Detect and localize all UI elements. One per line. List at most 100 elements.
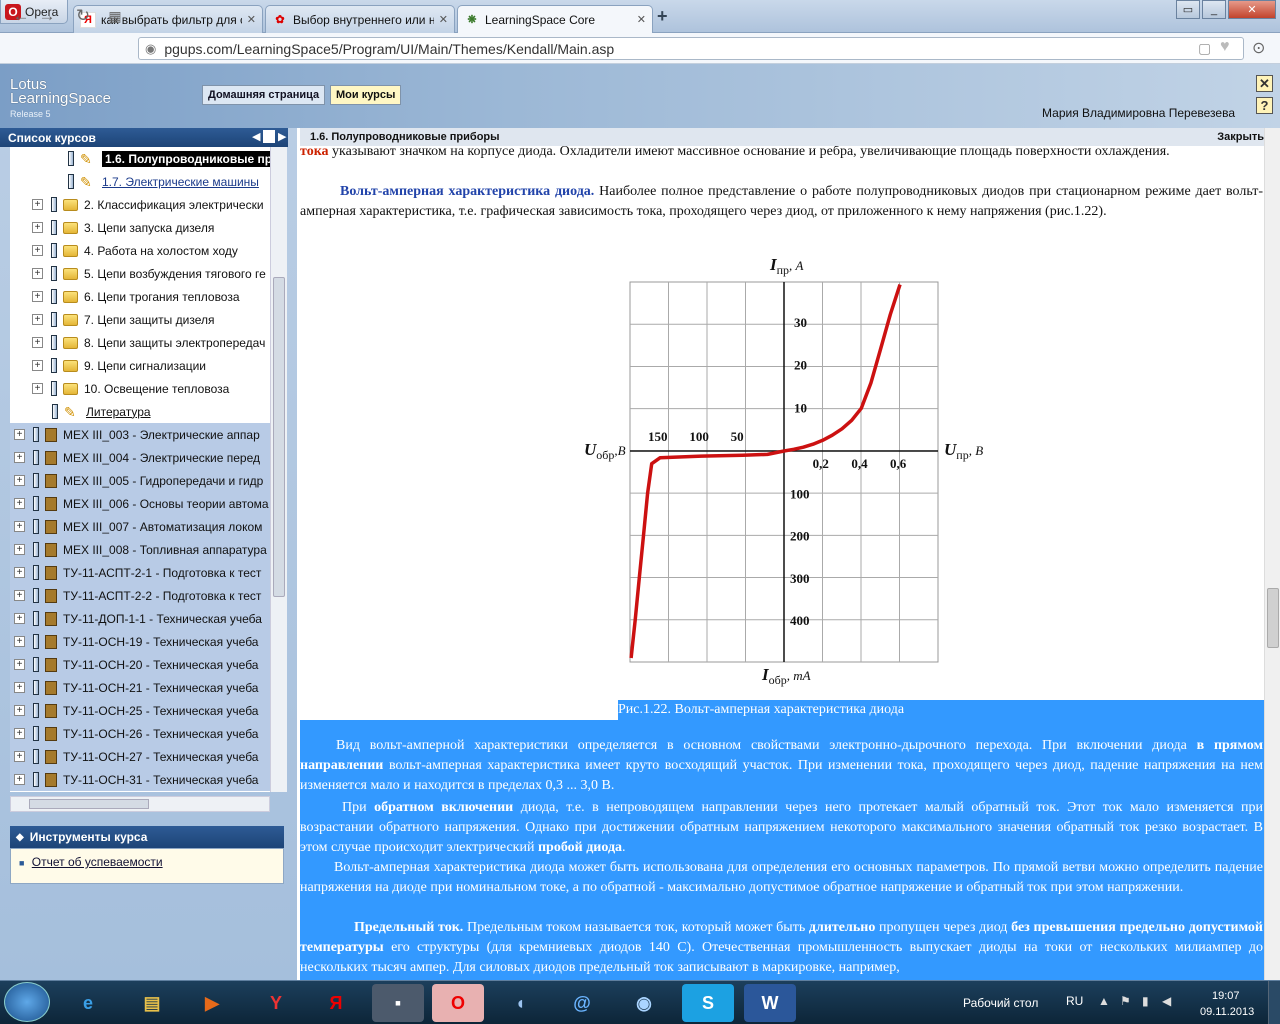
lotus-close-icon[interactable]: ✕ [1256,75,1273,92]
collapse-left-icon[interactable]: ◀ [252,130,260,143]
speaker-icon[interactable]: ◀ [1162,994,1171,1008]
language-indicator[interactable]: RU [1066,994,1083,1008]
expand-icon[interactable]: + [14,521,25,532]
content-scrollbar[interactable] [1264,128,1280,980]
tab-2[interactable]: ✿ Выбор внутреннего или н ✕ [265,5,455,33]
tray-expand-icon[interactable]: ▲ [1098,994,1110,1008]
tree-item[interactable]: + ТУ-11-ОСН-21 - Техническая учеба [10,676,270,699]
new-tab-icon[interactable]: + [657,6,675,26]
expand-icon[interactable]: + [14,544,25,555]
tree-item[interactable]: + ТУ-11-ОСН-25 - Техническая учеба [10,699,270,722]
expand-right-icon[interactable]: ▶ [278,130,286,143]
tree-item[interactable]: + ТУ-11-ОСН-31 - Техническая учеба [10,768,270,791]
expand-icon[interactable]: + [14,705,25,716]
yandex-search-icon[interactable]: Я [310,984,362,1022]
tree-item[interactable]: + ТУ-11-ОСН-19 - Техническая учеба [10,630,270,653]
favorite-heart-icon[interactable]: ♥ [1220,38,1230,56]
stash-icon[interactable]: ▢ [1198,40,1211,57]
tree-item[interactable]: + ТУ-11-АСПТ-2-2 - Подготовка к тест [10,584,270,607]
tab-2-close-icon[interactable]: ✕ [439,13,448,26]
download-icon[interactable]: ⊙ [1252,38,1265,58]
tree-item[interactable]: + МЕХ III_008 - Топливная аппаратура [10,538,270,561]
tree-item[interactable]: + ТУ-11-ДОП-1-1 - Техническая учеба [10,607,270,630]
my-courses-link[interactable]: Мои курсы [330,85,402,105]
expand-icon[interactable]: + [14,452,25,463]
tree-item[interactable]: +10. Освещение тепловоза [10,377,270,400]
explorer-icon[interactable]: ▤ [126,984,178,1022]
tree-item[interactable]: +6. Цепи трогания тепловоза [10,285,270,308]
minimize-icon[interactable]: _ [1202,0,1226,19]
expand-icon[interactable]: + [14,567,25,578]
volume-app-icon[interactable]: ◖ [494,984,546,1022]
help-icon[interactable]: ? [1256,97,1273,114]
address-bar[interactable]: ◉ pgups.com/LearningSpace5/Program/UI/Ma… [138,37,1244,60]
back-icon[interactable]: ← [10,6,32,26]
tree-item[interactable]: ✎ 1.6. Полупроводниковые пр [10,147,270,170]
tree-item[interactable]: +3. Цепи запуска дизеля [10,216,270,239]
media-player-icon[interactable]: ▶ [186,984,238,1022]
forward-icon[interactable]: → [36,6,58,26]
tree-item[interactable]: + МЕХ III_005 - Гидропередачи и гидр [10,469,270,492]
gallery-icon[interactable]: ◉ [618,984,670,1022]
tab-1-close-icon[interactable]: ✕ [247,13,256,26]
show-desktop-button[interactable] [1268,981,1280,1024]
tree-item[interactable]: +7. Цепи защиты дизеля [10,308,270,331]
expand-icon[interactable]: + [14,774,25,785]
skype-icon[interactable]: S [682,984,734,1022]
tree-item[interactable]: +9. Цепи сигнализации [10,354,270,377]
word-icon[interactable]: W [744,984,796,1022]
home-page-link[interactable]: Домашняя страница [202,85,326,105]
expand-icon[interactable]: + [32,337,43,348]
tree-item[interactable]: ✎ 1.7. Электрические машины [10,170,270,193]
desktop-label[interactable]: Рабочий стол [963,996,1038,1010]
tree-horizontal-scrollbar[interactable] [10,796,270,812]
tab-3[interactable]: ❋ LearningSpace Core ✕ [457,5,653,33]
tree-item[interactable]: + МЕХ III_007 - Автоматизация локом [10,515,270,538]
expand-icon[interactable]: + [14,728,25,739]
tree-item[interactable]: + ТУ-11-ОСН-20 - Техническая учеба [10,653,270,676]
expand-icon[interactable]: + [32,360,43,371]
page-info-icon[interactable]: ◉ [145,41,156,57]
panel-toggle-icon[interactable] [263,130,275,143]
tree-item[interactable]: +4. Работа на холостом ходу [10,239,270,262]
window-close-icon[interactable]: ✕ [1228,0,1276,19]
progress-report-link[interactable]: Отчет об успеваемости [32,855,163,869]
expand-icon[interactable]: + [14,613,25,624]
expand-icon[interactable]: + [32,314,43,325]
tab-1[interactable]: Я как выбрать фильтр для с ✕ [73,5,263,33]
tab-3-close-icon[interactable]: ✕ [637,13,646,26]
expand-icon[interactable]: + [14,498,25,509]
reload-icon[interactable]: ↻ [72,6,94,26]
ie-icon[interactable]: e [62,984,114,1022]
expand-icon[interactable]: + [32,245,43,256]
content-close-link[interactable]: Закрыть [1217,131,1264,143]
opera-taskbar-icon[interactable]: O [432,984,484,1022]
expand-icon[interactable]: + [14,636,25,647]
expand-icon[interactable]: + [14,590,25,601]
tree-item[interactable]: + ТУ-11-ОСН-26 - Техническая учеба [10,722,270,745]
expand-icon[interactable]: + [14,682,25,693]
tree-item[interactable]: + ТУ-11-ОСН-27 - Техническая учеба [10,745,270,768]
tree-vertical-scrollbar[interactable] [270,147,287,792]
expand-icon[interactable]: + [32,383,43,394]
clock-date[interactable]: 09.11.2013 [1200,1006,1254,1018]
tab-stack-icon[interactable]: ▭ [1176,0,1200,19]
flag-icon[interactable]: ⚑ [1120,994,1131,1008]
tree-scroll-thumb[interactable] [273,277,285,597]
unknown-app-icon[interactable]: ▪ [372,984,424,1022]
tree-item[interactable]: + МЕХ III_004 - Электрические перед [10,446,270,469]
tree-item[interactable]: + ТУ-11-АСПТ-2-1 - Подготовка к тест [10,561,270,584]
content-scroll-thumb[interactable] [1267,588,1279,648]
tree-item[interactable]: + МЕХ III_003 - Электрические аппар [10,423,270,446]
expand-icon[interactable]: + [14,429,25,440]
expand-icon[interactable]: + [14,659,25,670]
tree-item[interactable]: +8. Цепи защиты электропередач [10,331,270,354]
tree-item[interactable]: + МЕХ III_006 - Основы теории автома [10,492,270,515]
clock-time[interactable]: 19:07 [1212,990,1240,1002]
collapse-tools-icon[interactable]: ◆ [16,832,24,843]
expand-icon[interactable]: + [14,475,25,486]
mail-icon[interactable]: @ [556,984,608,1022]
yandex-browser-icon[interactable]: Y [250,984,302,1022]
tree-item[interactable]: ✎ Литература [10,400,270,423]
network-icon[interactable]: ▮ [1142,994,1149,1008]
